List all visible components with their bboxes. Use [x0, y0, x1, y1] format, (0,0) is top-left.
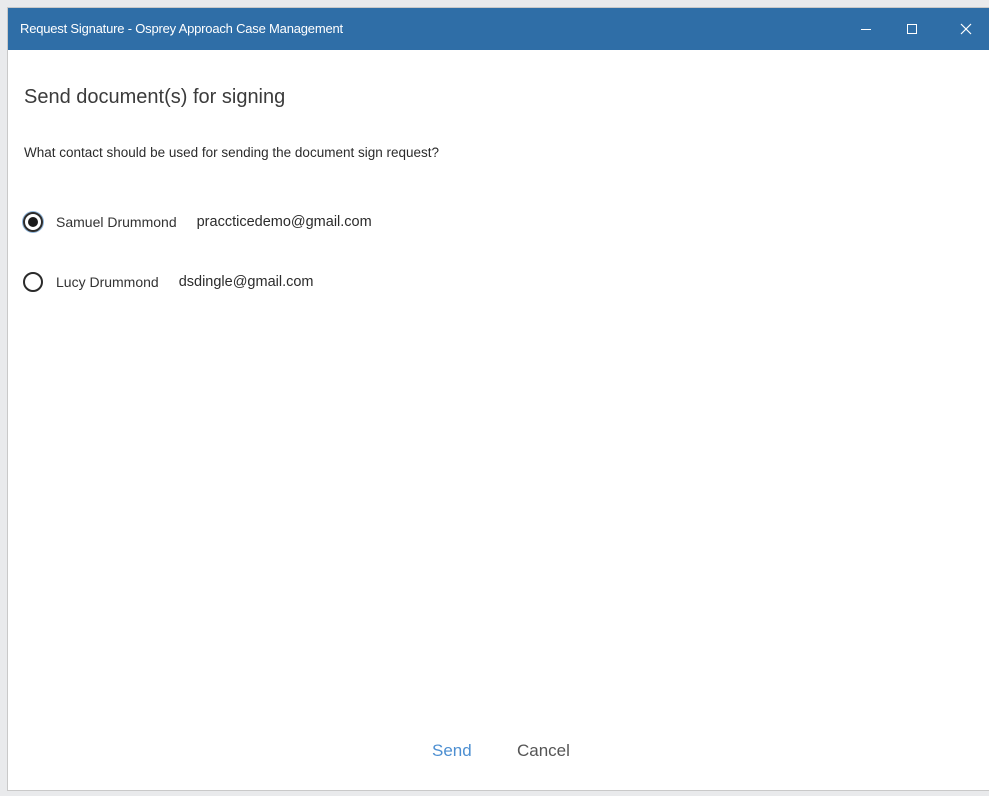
radio-button-selected[interactable] — [23, 212, 43, 232]
contact-email: dsdingle@gmail.com — [178, 274, 314, 290]
minimize-button[interactable] — [843, 8, 889, 50]
contact-question: What contact should be used for sending … — [24, 145, 440, 160]
maximize-icon — [907, 24, 917, 34]
radio-button-unselected[interactable] — [23, 272, 43, 292]
contact-email: praccticedemo@gmail.com — [196, 214, 372, 230]
window-title: Request Signature - Osprey Approach Case… — [20, 21, 343, 36]
radio-dot-icon — [28, 217, 38, 227]
contact-name: Lucy Drummond — [56, 274, 159, 290]
request-signature-window: Request Signature - Osprey Approach Case… — [8, 8, 989, 790]
minimize-icon — [861, 29, 871, 30]
dialog-heading: Send document(s) for signing — [24, 86, 286, 108]
contact-name: Samuel Drummond — [56, 214, 177, 230]
close-button[interactable] — [943, 8, 989, 50]
cancel-button[interactable]: Cancel — [517, 741, 570, 761]
contact-option-samuel-drummond[interactable]: Samuel Drummond praccticedemo@gmail.com — [23, 210, 372, 234]
send-button[interactable]: Send — [432, 741, 472, 761]
maximize-button[interactable] — [889, 8, 935, 50]
close-icon — [960, 23, 972, 35]
contact-option-lucy-drummond[interactable]: Lucy Drummond dsdingle@gmail.com — [23, 270, 314, 294]
dialog-footer: Send Cancel — [8, 733, 989, 773]
title-bar[interactable]: Request Signature - Osprey Approach Case… — [8, 8, 989, 50]
